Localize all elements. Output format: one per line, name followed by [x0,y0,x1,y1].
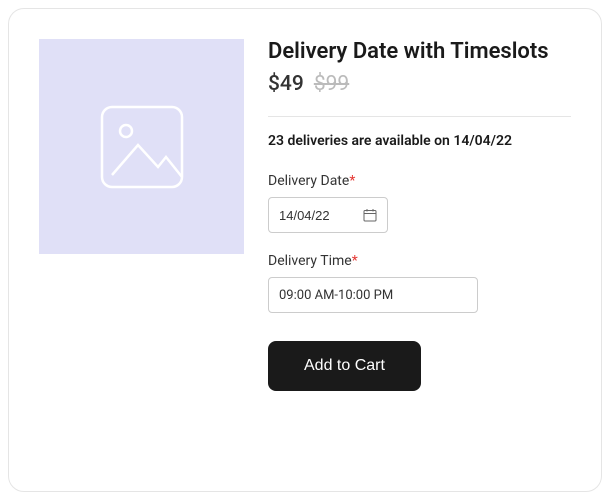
delivery-time-value: 09:00 AM-10:00 PM [279,288,393,303]
product-original-price: $99 [314,72,349,96]
delivery-date-group: Delivery Date* [268,173,571,233]
product-card: Delivery Date with Timeslots $49 $99 23 … [8,8,602,492]
availability-text: 23 deliveries are available on 14/04/22 [268,133,571,149]
calendar-icon [363,208,377,222]
delivery-time-label-text: Delivery Time [268,253,352,269]
delivery-time-group: Delivery Time* 09:00 AM-10:00 PM [268,253,571,313]
product-title: Delivery Date with Timeslots [268,39,571,64]
required-asterisk: * [352,253,358,269]
delivery-date-input[interactable] [279,208,349,223]
product-price: $49 [268,72,304,96]
product-details: Delivery Date with Timeslots $49 $99 23 … [268,39,571,461]
delivery-time-label: Delivery Time* [268,253,571,269]
delivery-date-label: Delivery Date* [268,173,571,189]
divider [268,116,571,117]
image-placeholder-icon [98,103,186,191]
delivery-date-label-text: Delivery Date [268,173,349,189]
delivery-time-select[interactable]: 09:00 AM-10:00 PM [268,277,478,313]
price-row: $49 $99 [268,72,571,96]
add-to-cart-button[interactable]: Add to Cart [268,341,421,391]
required-asterisk: * [349,173,355,189]
delivery-date-field[interactable] [268,197,388,233]
product-image-placeholder [39,39,244,254]
